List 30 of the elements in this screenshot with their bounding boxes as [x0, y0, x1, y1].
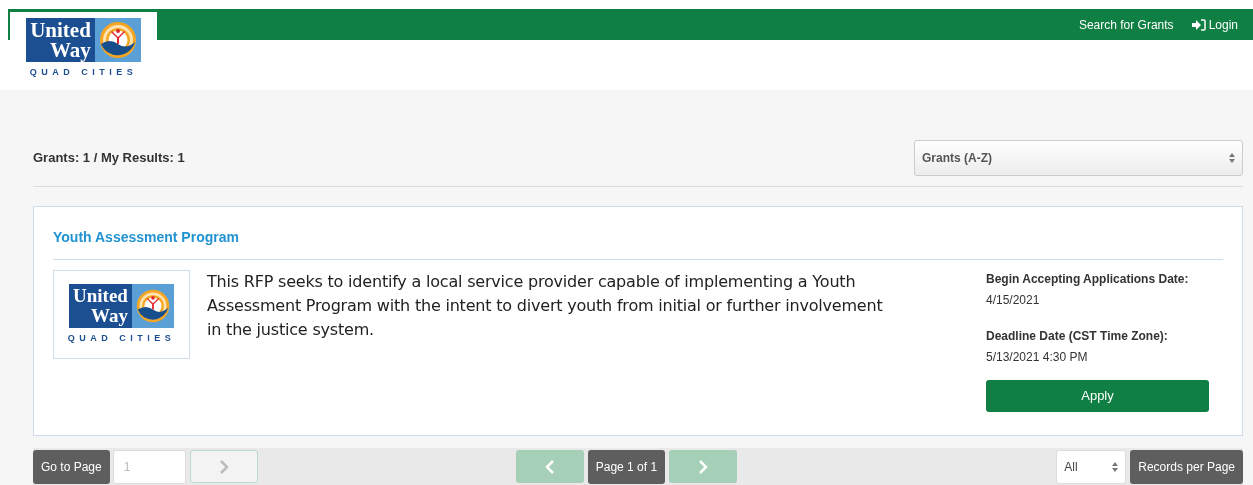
logo-text: United — [30, 20, 91, 40]
apply-button[interactable]: Apply — [986, 380, 1209, 412]
go-to-page-button[interactable]: Go to Page — [33, 449, 110, 484]
grant-title[interactable]: Youth Assessment Program — [53, 227, 1223, 260]
select-arrows-icon — [1112, 461, 1119, 472]
login-icon — [1191, 18, 1206, 31]
grant-description: This RFP seeks to identify a local service provider capable of implementing a Youth Assessment Program with the intent to divert youth from initial or further involvement in the justice system. — [207, 271, 884, 341]
nav-link[interactable]: Search for Grants — [1078, 15, 1174, 34]
field-value: 5/13/2021 4:30 PM — [986, 349, 1089, 366]
field-value: 4/15/2021 — [986, 292, 1041, 309]
results-summary: Grants: 1 / My Results: 1 — [33, 149, 185, 168]
logo-text: Way — [91, 305, 128, 326]
logo-tagline: QUAD CITIES — [67, 331, 176, 345]
sort-select[interactable]: Grants (A-Z) — [914, 140, 1243, 176]
page-indicator: Page 1 of 1 — [587, 449, 666, 484]
records-select[interactable]: All — [1056, 449, 1127, 484]
logo-text: Way — [50, 40, 91, 60]
select-arrows-icon — [1229, 153, 1235, 163]
chevron-left-icon — [544, 459, 555, 474]
logo-tagline: QUAD CITIES — [29, 66, 138, 79]
records-per-page-button[interactable]: Records per Page — [1130, 449, 1243, 484]
logo-text: United — [73, 285, 128, 306]
sun-figure-icon — [134, 287, 171, 324]
chevron-right-icon — [698, 459, 709, 474]
sun-figure-icon — [97, 20, 138, 60]
field-label: Begin Accepting Applications Date: — [986, 271, 1190, 288]
chevron-right-icon — [218, 459, 229, 474]
field-label: Deadline Date (CST Time Zone): — [986, 328, 1169, 345]
page-number-field[interactable]: 1 — [112, 449, 186, 484]
login-link[interactable]: Login — [1191, 15, 1238, 34]
